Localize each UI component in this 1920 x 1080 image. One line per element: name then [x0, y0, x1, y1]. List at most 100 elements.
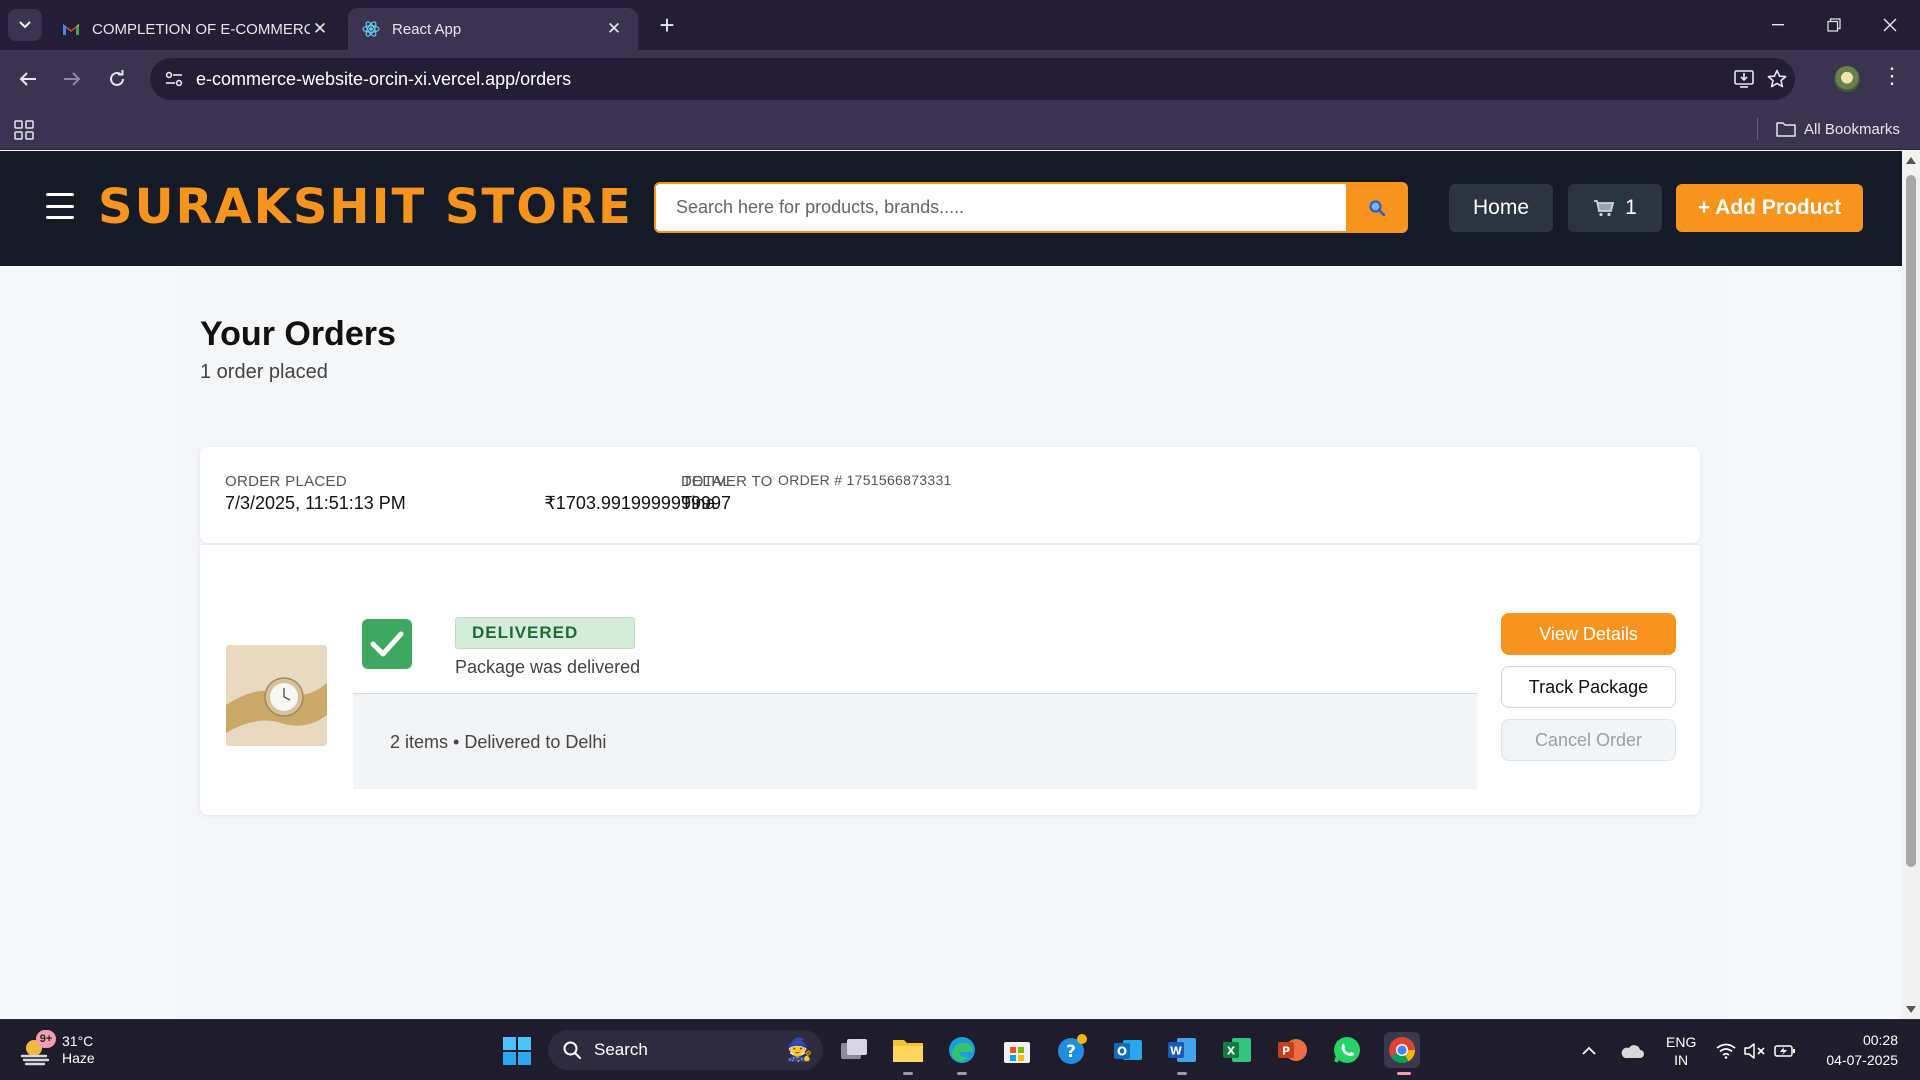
active-indicator [1397, 1072, 1411, 1075]
get-help-icon[interactable]: ? [1054, 1032, 1090, 1068]
tab-react-app[interactable]: React App ✕ [348, 8, 638, 50]
scroll-up-icon[interactable] [1906, 157, 1916, 164]
deliver-to-value: Tina [681, 493, 716, 513]
orders-count: 1 order placed [200, 361, 328, 383]
system-clock[interactable]: 00:28 04-07-2025 [1818, 1030, 1898, 1070]
whatsapp-icon[interactable] [1329, 1032, 1365, 1068]
temperature: 31°C [62, 1033, 94, 1049]
folder-icon [1776, 122, 1796, 137]
microsoft-store-icon[interactable] [999, 1032, 1035, 1068]
tab-search-button[interactable] [8, 9, 42, 41]
address-bar[interactable]: e-commerce-website-orcin-xi.vercel.app/o… [150, 58, 1795, 100]
bookmarks-bar: All Bookmarks [0, 108, 1920, 150]
order-placed-value: 7/3/2025, 11:51:13 PM [225, 493, 406, 513]
page-scrollbar[interactable] [1902, 151, 1920, 1019]
excel-icon[interactable]: X [1219, 1032, 1255, 1068]
browser-toolbar: e-commerce-website-orcin-xi.vercel.app/o… [0, 50, 1920, 108]
file-explorer-icon[interactable] [890, 1032, 926, 1068]
order-header: ORDER PLACED 7/3/2025, 11:51:13 PM TOTAL… [200, 447, 1700, 543]
search-icon [1369, 199, 1386, 216]
close-icon[interactable]: ✕ [310, 19, 330, 39]
scrollbar-thumb[interactable] [1906, 175, 1916, 867]
taskbar: 9+ 31°C Haze Search 🧙 ? O W X P ENG IN 0… [0, 1019, 1920, 1080]
track-package-button[interactable]: Track Package [1501, 666, 1676, 708]
taskbar-search-label: Search [594, 1040, 648, 1059]
chrome-icon[interactable] [1384, 1032, 1420, 1068]
weather-widget[interactable]: 9+ 31°C Haze [20, 1028, 95, 1072]
page-title: Your Orders [200, 315, 396, 353]
wifi-icon[interactable] [1716, 1020, 1736, 1080]
profile-avatar[interactable] [1834, 66, 1860, 92]
view-details-button[interactable]: View Details [1501, 613, 1676, 655]
taskbar-search[interactable]: Search 🧙 [548, 1030, 823, 1070]
tab-title: React App [392, 20, 462, 38]
running-indicator [1177, 1072, 1187, 1075]
more-menu-icon[interactable]: ⋮ [1880, 63, 1904, 89]
close-icon[interactable]: ✕ [604, 19, 624, 39]
svg-text:X: X [1227, 1045, 1236, 1058]
page-viewport: SURAKSHIT STORE Home 1 + Add Product You… [0, 151, 1902, 1019]
order-summary: 2 items • Delivered to Delhi [353, 693, 1477, 789]
task-view-icon[interactable] [836, 1032, 872, 1068]
svg-text:?: ? [1066, 1042, 1076, 1062]
show-hidden-icons[interactable] [1582, 1020, 1596, 1080]
search-bar [654, 182, 1408, 233]
delivered-check-icon [362, 619, 412, 669]
lang-top: ENG [1666, 1033, 1697, 1050]
restore-icon[interactable] [1806, 0, 1862, 50]
apps-grid-icon[interactable] [14, 120, 34, 140]
battery-charging-icon[interactable] [1774, 1020, 1796, 1080]
scroll-down-icon[interactable] [1906, 1006, 1916, 1013]
status-badge: DELIVERED [455, 617, 635, 649]
cancel-order-button[interactable]: Cancel Order [1501, 719, 1676, 761]
svg-text:O: O [1117, 1045, 1127, 1059]
add-product-label: + Add Product [1697, 196, 1842, 219]
language-indicator[interactable]: ENG IN [1666, 1020, 1696, 1080]
star-icon[interactable] [1764, 66, 1790, 92]
lang-bottom: IN [1674, 1051, 1689, 1068]
search-button[interactable] [1346, 184, 1406, 231]
tab-gmail[interactable]: COMPLETION OF E-COMMERCE ✕ [48, 8, 344, 50]
svg-text:W: W [1170, 1045, 1182, 1058]
back-icon[interactable] [12, 63, 44, 95]
powerpoint-icon[interactable]: P [1274, 1032, 1310, 1068]
word-icon[interactable]: W [1164, 1032, 1200, 1068]
volume-muted-icon[interactable] [1744, 1020, 1766, 1080]
search-highlight-icon: 🧙 [785, 1037, 813, 1062]
onedrive-icon[interactable] [1620, 1020, 1644, 1080]
outlook-icon[interactable]: O [1110, 1032, 1146, 1068]
store-logo[interactable]: SURAKSHIT STORE [98, 179, 633, 235]
cart-button[interactable]: 1 [1568, 184, 1662, 232]
forward-icon[interactable] [56, 63, 88, 95]
edge-icon[interactable] [944, 1032, 980, 1068]
home-button[interactable]: Home [1449, 184, 1553, 232]
notification-badge: 9+ [36, 1030, 56, 1048]
home-label: Home [1472, 196, 1530, 219]
gmail-icon [62, 20, 80, 38]
running-indicator [903, 1072, 913, 1075]
status-note: Package was delivered [455, 657, 641, 677]
cart-count: 1 [1625, 196, 1637, 219]
product-image-watch[interactable] [226, 645, 327, 746]
add-product-button[interactable]: + Add Product [1676, 184, 1863, 232]
search-input[interactable] [656, 184, 1344, 231]
order-number: ORDER # 1751566873331 [778, 472, 952, 488]
clock-time: 00:28 [1862, 1032, 1898, 1048]
all-bookmarks-button[interactable]: All Bookmarks [1776, 116, 1900, 142]
order-card: DELIVERED Package was delivered 2 items … [200, 545, 1700, 815]
summary-text: 2 items • Delivered to Delhi [390, 732, 607, 752]
new-tab-button[interactable]: + [652, 10, 682, 40]
windows-start-icon[interactable] [502, 1036, 532, 1066]
site-info-icon[interactable] [160, 65, 188, 93]
chevron-down-icon [19, 21, 31, 29]
url-text: e-commerce-website-orcin-xi.vercel.app/o… [196, 69, 572, 89]
svg-text:P: P [1282, 1045, 1290, 1058]
reload-icon[interactable] [101, 63, 133, 95]
window-close-icon[interactable] [1862, 0, 1918, 50]
minimize-icon[interactable] [1750, 0, 1806, 50]
search-icon [563, 1041, 582, 1060]
install-app-icon[interactable] [1731, 66, 1757, 92]
cart-icon [1594, 200, 1615, 217]
hamburger-menu-icon[interactable] [46, 193, 74, 219]
tab-title: COMPLETION OF E-COMMERCE [92, 20, 310, 38]
